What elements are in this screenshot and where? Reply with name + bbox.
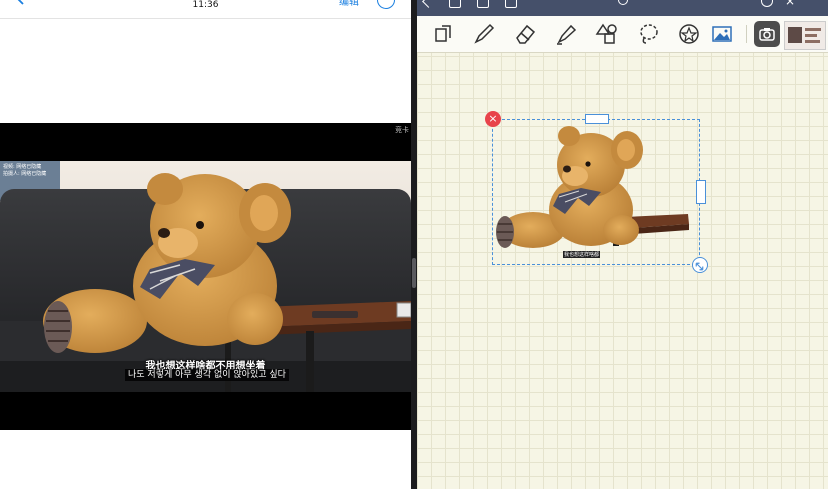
split-drag-handle[interactable] xyxy=(412,258,416,288)
eraser-tool[interactable] xyxy=(512,21,538,47)
sync-icon xyxy=(618,0,628,5)
camera-icon xyxy=(759,28,775,41)
pen-tool[interactable] xyxy=(471,21,497,47)
video-meta-line-2: 拍摄人: 网络已隐藏 xyxy=(3,171,47,177)
back-icon[interactable] xyxy=(422,0,435,8)
lasso-tool[interactable] xyxy=(635,21,661,47)
image-icon xyxy=(712,26,732,42)
selection-box xyxy=(492,119,700,265)
camera-tool[interactable] xyxy=(754,21,780,47)
video-player[interactable]: 竞卡 视频: 网络已隐藏 拍摄人: 网络已隐藏 我也想这样啥都不用想坐着 나도 … xyxy=(0,123,411,430)
right-resize-handle[interactable] xyxy=(696,180,706,204)
image-tool[interactable] xyxy=(709,21,735,47)
subtitle-korean: 나도 저렇게 아무 생각 없이 앉아있고 싶다 xyxy=(125,369,289,381)
close-icon[interactable]: × xyxy=(785,0,795,7)
expand-arrows-icon xyxy=(695,262,704,271)
lasso-icon xyxy=(640,24,658,44)
share-icon[interactable] xyxy=(477,0,489,8)
edit-button[interactable]: 编辑 xyxy=(339,0,359,8)
pen-icon xyxy=(474,23,495,44)
select-tool-icon xyxy=(435,25,451,42)
eraser-icon xyxy=(516,24,536,44)
top-resize-handle[interactable] xyxy=(585,114,609,124)
export-icon[interactable] xyxy=(505,0,517,8)
video-meta-line-1: 视频: 网络已隐藏 xyxy=(3,164,42,170)
photos-header: 11:36 编辑 xyxy=(0,0,411,19)
notes-pane: × 我也想这样啥都 × xyxy=(417,0,828,489)
shapes-tool[interactable] xyxy=(594,21,620,47)
toolbar-separator xyxy=(746,25,747,43)
photos-pane: 11:36 编辑 竞卡 视频: 网络已隐藏 拍摄人: 网络已隐藏 我也想这样啥都… xyxy=(0,0,411,489)
rotate-scale-handle[interactable] xyxy=(692,257,708,273)
lasso-select-tool[interactable] xyxy=(430,21,456,47)
sticker-tool[interactable] xyxy=(676,21,702,47)
highlighter-icon xyxy=(557,24,577,45)
drawing-toolbar xyxy=(417,16,828,53)
notes-top-bar: × xyxy=(417,0,828,16)
undo-icon[interactable] xyxy=(761,0,773,7)
delete-selection-button[interactable]: × xyxy=(485,111,501,127)
video-corner-tag: 竞卡 xyxy=(395,126,409,134)
page-thumbnail[interactable] xyxy=(784,21,826,50)
sticker-icon xyxy=(679,24,699,44)
shapes-icon xyxy=(595,23,617,44)
grid-view-icon[interactable] xyxy=(449,0,461,8)
highlighter-tool[interactable] xyxy=(553,21,579,47)
header-divider xyxy=(0,18,411,19)
